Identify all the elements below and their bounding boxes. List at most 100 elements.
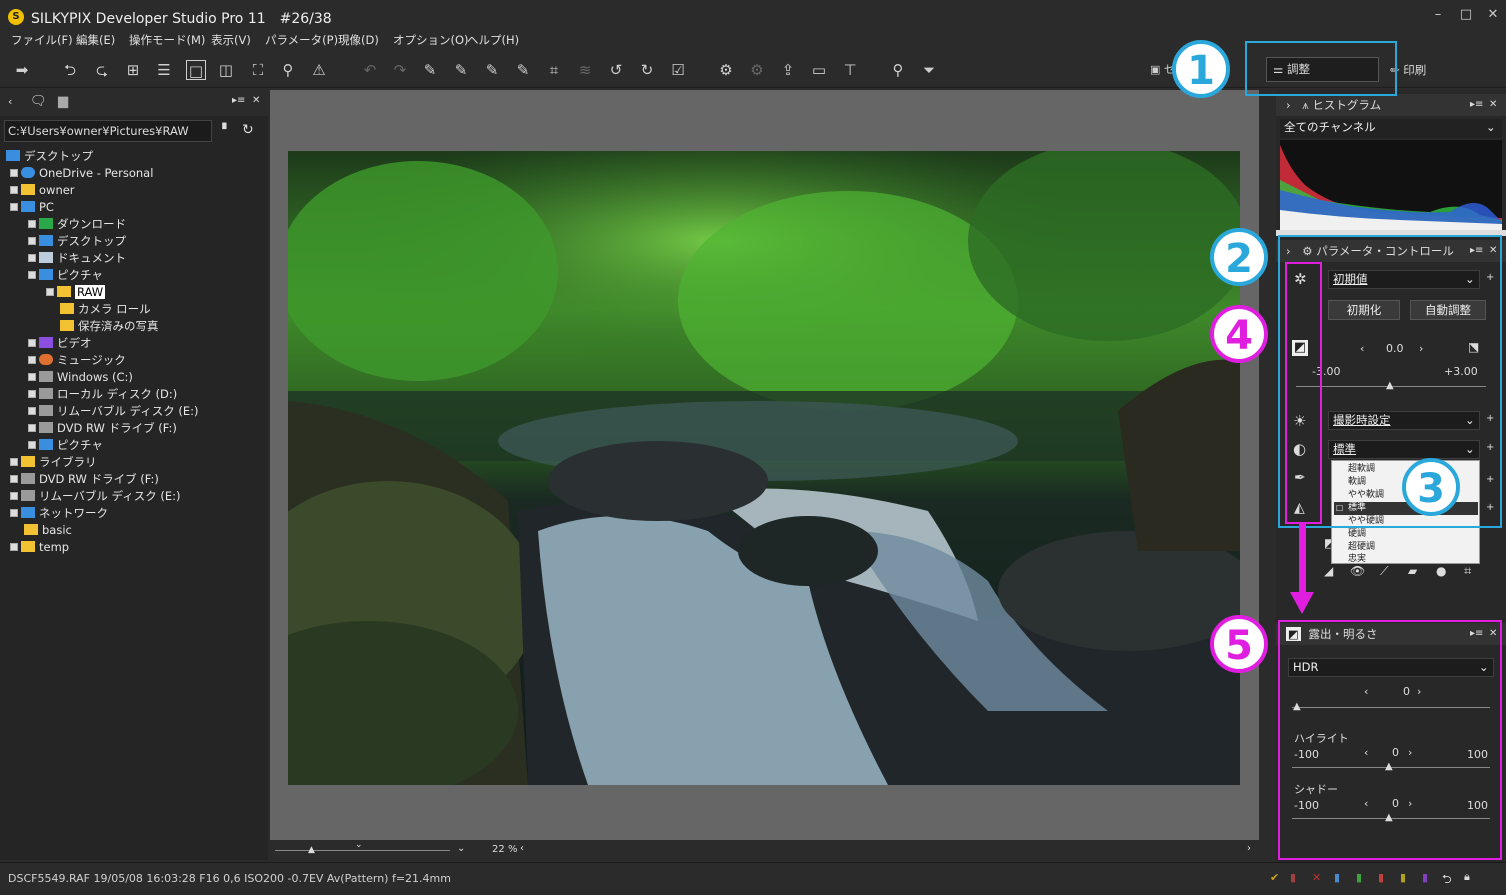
spot-tool-icon[interactable]: ●: [1436, 564, 1446, 578]
slideshow-icon[interactable]: ▭: [809, 60, 829, 80]
tree-item-temp[interactable]: temp: [10, 539, 69, 556]
check-icon[interactable]: ☑: [668, 60, 688, 80]
menu-edit[interactable]: 編集(E): [76, 32, 115, 48]
list-view-icon[interactable]: ☰: [154, 60, 174, 80]
zoom-increase-icon[interactable]: ›: [1247, 843, 1251, 854]
tree-item-documents[interactable]: ドキュメント: [28, 250, 126, 267]
warning-icon[interactable]: ⚠: [309, 60, 329, 80]
tree-item-pc[interactable]: PC: [10, 199, 54, 216]
eye-tool-icon[interactable]: 👁︎: [1350, 564, 1365, 578]
single-view-icon[interactable]: □: [186, 60, 206, 80]
develop-all-icon[interactable]: ⚙: [747, 60, 767, 80]
zoom-dropdown-icon[interactable]: ⌄: [457, 843, 465, 854]
tree-item-windows-c[interactable]: Windows (C:): [28, 369, 133, 386]
folder-tab-icon[interactable]: ▆: [58, 94, 68, 109]
tone-option[interactable]: 硬調: [1348, 528, 1366, 541]
tree-item-pictures[interactable]: ピクチャ: [28, 267, 103, 284]
layers-icon[interactable]: ≋: [575, 60, 595, 80]
search-person-icon[interactable]: ⚲: [888, 60, 908, 80]
pipette2-icon[interactable]: ✎: [451, 60, 471, 80]
status-label-purple-icon[interactable]: ▮: [1422, 871, 1428, 884]
rotate-left-icon[interactable]: ↺: [606, 60, 626, 80]
panel-menu-icon[interactable]: ▸≡: [232, 95, 245, 106]
tree-item-desktop[interactable]: デスクトップ: [6, 148, 93, 165]
comment-tab-icon[interactable]: 🗨: [30, 94, 47, 109]
filter-icon[interactable]: ⏷: [919, 60, 939, 80]
status-label-green-icon[interactable]: ▮: [1356, 871, 1362, 884]
menu-develop[interactable]: 現像(D): [338, 32, 379, 48]
tree-item-dvd-f-2[interactable]: DVD RW ドライブ (F:): [10, 471, 159, 488]
status-flag-icon[interactable]: ▮: [1290, 871, 1296, 884]
pipette4-icon[interactable]: ✎: [513, 60, 533, 80]
status-check-icon[interactable]: ✔: [1270, 871, 1279, 884]
crop-panel-icon[interactable]: ⌗: [1464, 564, 1471, 579]
tree-item-network[interactable]: ネットワーク: [10, 505, 108, 522]
tree-item-dvd-f[interactable]: DVD RW ドライブ (F:): [28, 420, 177, 437]
status-lock-icon[interactable]: 🔒︎: [1464, 870, 1470, 884]
tree-item-libraries[interactable]: ライブラリ: [10, 454, 97, 471]
pipette3-icon[interactable]: ✎: [482, 60, 502, 80]
maximize-button[interactable]: □: [1453, 4, 1479, 26]
tree-item-local-d[interactable]: ローカル ディスク (D:): [28, 386, 177, 403]
tree-item-videos[interactable]: ビデオ: [28, 335, 92, 352]
tree-item-raw[interactable]: RAW: [46, 284, 106, 301]
tree-item-downloads[interactable]: ダウンロード: [28, 216, 126, 233]
tree-item-camera-roll[interactable]: カメラ ロール: [60, 301, 151, 318]
bookmark-icon[interactable]: ▝: [218, 123, 226, 136]
tree-item-pictures-2[interactable]: ピクチャ: [28, 437, 103, 454]
panel-close-icon[interactable]: ✕: [252, 95, 260, 106]
zoom-slider-thumb[interactable]: ▲: [308, 845, 315, 855]
refresh-icon[interactable]: ↻: [242, 122, 254, 138]
pipette-icon[interactable]: ✎: [420, 60, 440, 80]
tree-item-saved-pictures[interactable]: 保存済みの写真: [60, 318, 159, 335]
brush-tool-icon[interactable]: ⟋: [1380, 564, 1388, 579]
prev-icon[interactable]: ⮌: [60, 60, 80, 80]
folder-path-input[interactable]: C:¥Users¥owner¥Pictures¥RAW: [4, 120, 212, 142]
histogram-menu-icon[interactable]: ▸≡: [1470, 94, 1483, 116]
menu-file[interactable]: ファイル(F): [11, 32, 73, 48]
histogram-channel-select[interactable]: 全てのチャンネル ⌄: [1280, 119, 1502, 138]
menu-mode[interactable]: 操作モード(M): [129, 32, 205, 48]
menu-options[interactable]: オプション(O): [393, 32, 469, 48]
gradient-tool-icon[interactable]: ◢: [1324, 564, 1333, 578]
preview-image[interactable]: [288, 151, 1240, 785]
zoom-value[interactable]: 22: [492, 844, 505, 855]
status-label-yellow-icon[interactable]: ▮: [1400, 871, 1406, 884]
tree-item-removable-e[interactable]: リムーバブル ディスク (E:): [28, 403, 199, 420]
status-undo-icon[interactable]: ⮌: [1442, 870, 1452, 891]
status-label-red-icon[interactable]: ▮: [1378, 871, 1384, 884]
rotate-right-icon[interactable]: ↻: [637, 60, 657, 80]
status-label-blue-icon[interactable]: ▮: [1334, 871, 1340, 884]
histogram-collapse-icon[interactable]: ›: [1286, 98, 1291, 112]
eraser-tool-icon[interactable]: ▰: [1408, 564, 1417, 578]
minimize-button[interactable]: –: [1425, 4, 1451, 26]
zoom-decrease-icon[interactable]: ‹: [520, 843, 524, 854]
tone-option[interactable]: 忠実: [1348, 553, 1366, 566]
close-button[interactable]: ✕: [1480, 4, 1506, 26]
menu-parameter[interactable]: パラメータ(P): [265, 32, 338, 48]
menu-help[interactable]: ヘルプ(H): [467, 32, 519, 48]
tree-item-removable-e-2[interactable]: リムーバブル ディスク (E:): [10, 488, 181, 505]
collapse-left-icon[interactable]: ‹: [8, 95, 12, 108]
tool-icon[interactable]: ⊤: [840, 60, 860, 80]
tree-item-music[interactable]: ミュージック: [28, 352, 126, 369]
tree-item-basic[interactable]: basic: [24, 522, 72, 539]
redo-icon[interactable]: ↷: [390, 60, 410, 80]
develop-icon[interactable]: ⚙: [716, 60, 736, 80]
import-icon[interactable]: ➡: [12, 60, 32, 80]
export-icon[interactable]: ⇪: [778, 60, 798, 80]
compare-view-icon[interactable]: ◫: [216, 60, 236, 80]
status-reject-icon[interactable]: ✕: [1312, 871, 1321, 884]
fullscreen-icon[interactable]: ⛶: [248, 60, 268, 80]
zoom-icon[interactable]: ⚲: [278, 60, 298, 80]
grid-view-icon[interactable]: ⊞: [123, 60, 143, 80]
undo-icon[interactable]: ↶: [360, 60, 380, 80]
tree-item-onedrive[interactable]: OneDrive - Personal: [10, 165, 153, 182]
tree-item-pc-desktop[interactable]: デスクトップ: [28, 233, 126, 250]
next-icon[interactable]: ⮎: [92, 60, 112, 80]
zoom-slider-track[interactable]: [275, 850, 450, 851]
histogram-close-icon[interactable]: ✕: [1489, 94, 1497, 116]
crop-tool-icon[interactable]: ⌗: [544, 60, 564, 80]
menu-view[interactable]: 表示(V): [211, 32, 251, 48]
tree-item-owner[interactable]: owner: [10, 182, 75, 199]
